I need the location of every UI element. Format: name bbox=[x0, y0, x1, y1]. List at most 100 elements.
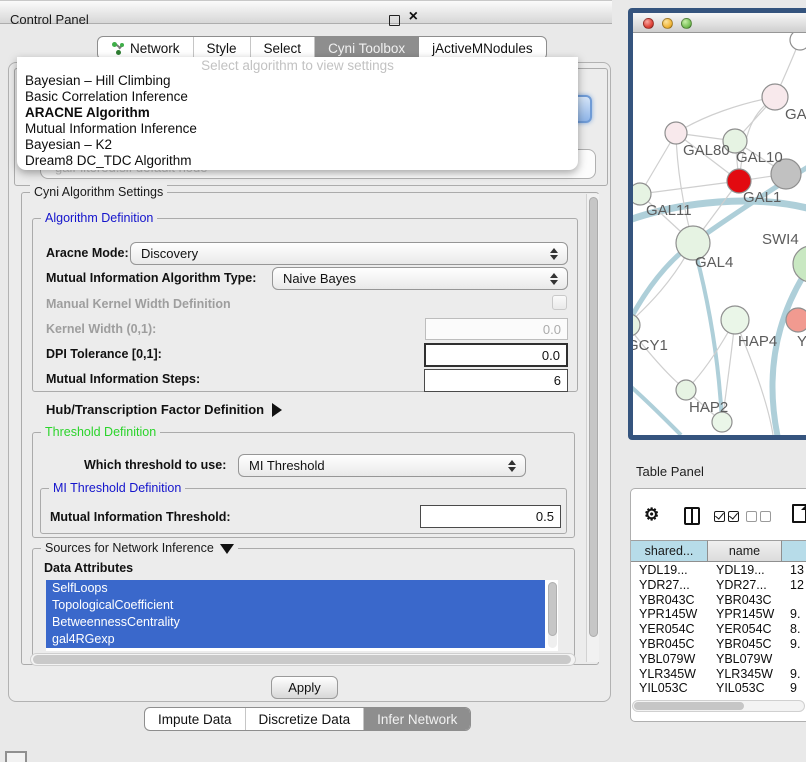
attribute-list-item[interactable]: BetweennessCentrality bbox=[46, 614, 545, 631]
close-traffic-light-icon[interactable] bbox=[643, 18, 654, 29]
manual-kernel-checkbox[interactable] bbox=[552, 295, 567, 310]
application-root: Control Panel × NetworkStyle Select Cyni T… bbox=[0, 0, 806, 762]
tab-label: Select bbox=[264, 41, 302, 56]
network-node-label: GAL1 bbox=[743, 189, 781, 206]
dpi-tolerance-input[interactable] bbox=[424, 343, 568, 367]
sources-hscrollbar-thumb[interactable] bbox=[33, 655, 571, 664]
attribute-list-item[interactable]: gal4RGexp bbox=[46, 631, 545, 648]
zoom-traffic-light-icon[interactable] bbox=[681, 18, 692, 29]
bottom-tab-label: Discretize Data bbox=[259, 712, 351, 727]
network-node[interactable] bbox=[786, 308, 806, 332]
table-row[interactable]: YLR345WYLR345W9. bbox=[631, 667, 806, 682]
network-edge[interactable] bbox=[676, 97, 775, 133]
mi-steps-label: Mutual Information Steps: bbox=[46, 372, 200, 386]
close-icon[interactable]: × bbox=[409, 9, 418, 25]
table-row[interactable]: YIL053CYIL053C9 bbox=[631, 681, 806, 696]
network-window-titlebar[interactable] bbox=[633, 13, 806, 33]
tab-network[interactable]: Network bbox=[98, 37, 194, 59]
float-window-icon[interactable] bbox=[389, 15, 400, 26]
data-attributes-list: SelfLoopsTopologicalCoefficientBetweenne… bbox=[46, 580, 558, 651]
table-column-header[interactable]: name bbox=[708, 540, 782, 562]
select-all-checkbox-icon[interactable] bbox=[714, 511, 725, 522]
table-cell: 9. bbox=[782, 607, 806, 622]
stepper-arrows-icon bbox=[547, 273, 561, 285]
network-node-label: GAL11 bbox=[646, 202, 692, 219]
bottom-tab-infer-network[interactable]: Infer Network bbox=[364, 708, 470, 730]
tab-cyni-toolbox[interactable]: Cyni Toolbox bbox=[315, 37, 419, 59]
mi-steps-input[interactable] bbox=[424, 369, 568, 392]
table-row[interactable]: YDR27...YDR27...12 bbox=[631, 578, 806, 593]
table-column-header[interactable]: A bbox=[782, 540, 806, 562]
tab-jactivemnodules[interactable]: jActiveMNodules bbox=[419, 37, 546, 59]
table-settings-gear-icon[interactable]: ⚙ bbox=[644, 505, 659, 525]
network-edge[interactable] bbox=[633, 325, 686, 390]
network-node[interactable] bbox=[665, 122, 687, 144]
bottom-tab-impute-data[interactable]: Impute Data bbox=[145, 708, 246, 730]
network-node-label: Y bbox=[797, 333, 806, 350]
data-attributes-label: Data Attributes bbox=[44, 561, 133, 575]
network-edge[interactable] bbox=[640, 181, 739, 194]
settings-scrollbar-thumb[interactable] bbox=[589, 197, 598, 637]
table-cell bbox=[782, 593, 806, 608]
mi-threshold-input[interactable] bbox=[420, 505, 561, 528]
hub-definition-toggle[interactable]: Hub/Transcription Factor Definition bbox=[46, 402, 282, 417]
table-row[interactable]: YER054CYER054C8. bbox=[631, 622, 806, 637]
attributes-scrollbar[interactable] bbox=[548, 582, 557, 648]
table-cell bbox=[782, 652, 806, 667]
table-cell: YDR27... bbox=[631, 578, 708, 593]
network-node[interactable] bbox=[721, 306, 749, 334]
bottom-tabbar: Impute Data Discretize Data Infer Network bbox=[144, 707, 471, 731]
minimize-traffic-light-icon[interactable] bbox=[662, 18, 673, 29]
deselect-all-checkbox-icon[interactable] bbox=[746, 511, 757, 522]
attribute-list-item[interactable]: TopologicalCoefficient bbox=[46, 597, 545, 614]
bottom-tab-discretize-data[interactable]: Discretize Data bbox=[246, 708, 365, 730]
network-node[interactable] bbox=[790, 33, 806, 50]
settings-vertical-scrollbar[interactable] bbox=[586, 194, 599, 662]
table-cell: 13 bbox=[782, 563, 806, 578]
column-layout-icon[interactable] bbox=[684, 507, 700, 525]
attribute-list-item[interactable]: SelfLoops bbox=[46, 580, 545, 597]
mi-type-combobox[interactable]: Naive Bayes bbox=[272, 267, 568, 290]
network-node[interactable] bbox=[676, 380, 696, 400]
network-node[interactable] bbox=[633, 314, 640, 336]
network-node[interactable] bbox=[793, 246, 806, 282]
dropdown-item[interactable]: Mutual Information Inference bbox=[25, 121, 570, 137]
aracne-mode-combobox[interactable]: Discovery bbox=[130, 242, 568, 265]
dropdown-item[interactable]: Bayesian – K2 bbox=[25, 137, 570, 153]
dropdown-item[interactable]: Basic Correlation Inference bbox=[25, 89, 570, 105]
kernel-width-input[interactable] bbox=[425, 318, 568, 340]
tab-style[interactable]: Style bbox=[194, 37, 251, 59]
select-all-checkbox-icon[interactable] bbox=[728, 511, 739, 522]
network-node-label: GCY1 bbox=[633, 337, 668, 354]
manual-kernel-label: Manual Kernel Width Definition bbox=[46, 297, 231, 311]
network-edge[interactable] bbox=[633, 378, 681, 435]
tab-select[interactable]: Select bbox=[251, 37, 316, 59]
table-column-header[interactable]: shared... bbox=[631, 540, 708, 562]
control-panel-title: Control Panel bbox=[10, 12, 89, 27]
table-hscrollbar-thumb[interactable] bbox=[634, 702, 744, 710]
apply-button[interactable]: Apply bbox=[271, 676, 338, 699]
new-table-file-icon[interactable] bbox=[792, 504, 806, 523]
network-canvas[interactable]: GALGAL80GAL10GAL1GAL11SWI4GAL4HAP4YGCY1H… bbox=[633, 33, 806, 435]
dropdown-item-list: Bayesian – Hill ClimbingBasic Correlatio… bbox=[25, 73, 570, 169]
apply-button-label: Apply bbox=[288, 680, 321, 695]
deselect-all-checkbox-icon[interactable] bbox=[760, 511, 771, 522]
table-cell: 9. bbox=[782, 667, 806, 682]
dropdown-item[interactable]: Bayesian – Hill Climbing bbox=[25, 73, 570, 89]
sources-group-title: Sources for Network Inference bbox=[41, 541, 238, 555]
dropdown-item[interactable]: ARACNE Algorithm bbox=[25, 105, 570, 121]
table-row[interactable]: YBR043CYBR043C bbox=[631, 593, 806, 608]
sources-horizontal-scrollbar[interactable] bbox=[30, 653, 576, 666]
attributes-scrollbar-thumb[interactable] bbox=[548, 582, 557, 636]
network-node-label: HAP2 bbox=[689, 399, 728, 416]
dpi-tolerance-label: DPI Tolerance [0,1]: bbox=[46, 347, 162, 361]
table-row[interactable]: YPR145WYPR145W9. bbox=[631, 607, 806, 622]
table-row[interactable]: YBR045CYBR045C9. bbox=[631, 637, 806, 652]
dropdown-item[interactable]: Dream8 DC_TDC Algorithm bbox=[25, 153, 570, 169]
table-row[interactable]: YDL19...YDL19...13 bbox=[631, 563, 806, 578]
dropdown-placeholder: Select algorithm to view settings bbox=[17, 58, 578, 73]
table-horizontal-scrollbar[interactable] bbox=[632, 700, 805, 712]
which-threshold-combobox[interactable]: MI Threshold bbox=[238, 454, 526, 477]
table-row[interactable]: YBL079WYBL079W bbox=[631, 652, 806, 667]
minimized-panel-icon[interactable] bbox=[5, 751, 27, 762]
